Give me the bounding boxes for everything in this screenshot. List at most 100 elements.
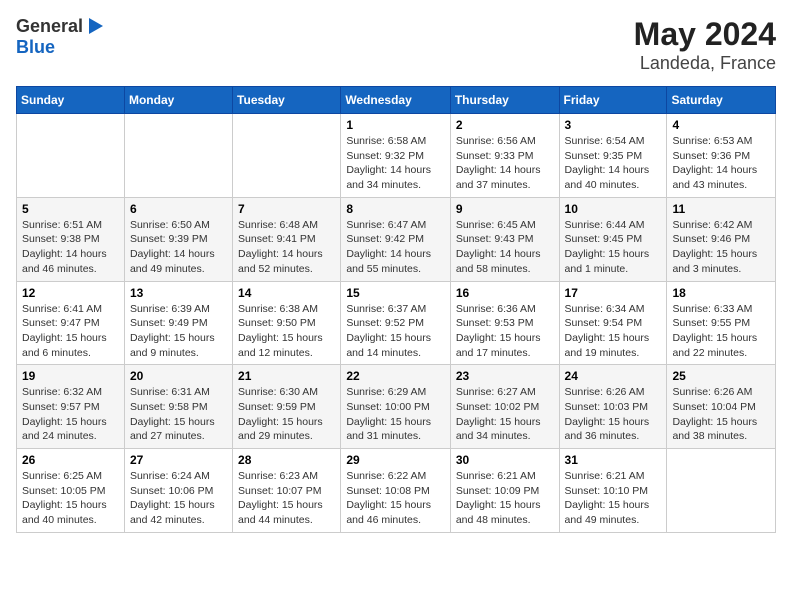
- header-sunday: Sunday: [17, 87, 125, 114]
- day-number: 27: [130, 453, 227, 467]
- calendar-header-row: SundayMondayTuesdayWednesdayThursdayFrid…: [17, 87, 776, 114]
- calendar-cell: 8Sunrise: 6:47 AM Sunset: 9:42 PM Daylig…: [341, 197, 451, 281]
- calendar-cell: 10Sunrise: 6:44 AM Sunset: 9:45 PM Dayli…: [559, 197, 667, 281]
- day-detail: Sunrise: 6:37 AM Sunset: 9:52 PM Dayligh…: [346, 302, 445, 361]
- day-detail: Sunrise: 6:54 AM Sunset: 9:35 PM Dayligh…: [565, 134, 662, 193]
- day-detail: Sunrise: 6:22 AM Sunset: 10:08 PM Daylig…: [346, 469, 445, 528]
- day-number: 28: [238, 453, 335, 467]
- day-detail: Sunrise: 6:21 AM Sunset: 10:09 PM Daylig…: [456, 469, 554, 528]
- day-number: 26: [22, 453, 119, 467]
- day-detail: Sunrise: 6:39 AM Sunset: 9:49 PM Dayligh…: [130, 302, 227, 361]
- calendar-cell: 23Sunrise: 6:27 AM Sunset: 10:02 PM Dayl…: [450, 365, 559, 449]
- day-detail: Sunrise: 6:38 AM Sunset: 9:50 PM Dayligh…: [238, 302, 335, 361]
- day-detail: Sunrise: 6:58 AM Sunset: 9:32 PM Dayligh…: [346, 134, 445, 193]
- day-number: 29: [346, 453, 445, 467]
- day-detail: Sunrise: 6:32 AM Sunset: 9:57 PM Dayligh…: [22, 385, 119, 444]
- day-number: 19: [22, 369, 119, 383]
- calendar-week-row: 5 Sunrise: 6:51 AM Sunset: 9:38 PM Daylig…: [17, 197, 776, 281]
- day-number: 2: [456, 118, 554, 132]
- calendar-cell: 13 Sunrise: 6:39 AM Sunset: 9:49 PM Dayli…: [124, 281, 232, 365]
- day-number: 6: [130, 202, 227, 216]
- day-number: 31: [565, 453, 662, 467]
- logo-blue-text: Blue: [16, 38, 107, 58]
- calendar-cell: 24 Sunrise: 6:26 AM Sunset: 10:03 PM Dayl…: [559, 365, 667, 449]
- day-detail: Sunrise: 6:30 AM Sunset: 9:59 PM Dayligh…: [238, 385, 335, 444]
- day-number: 22: [346, 369, 445, 383]
- calendar-cell: 15 Sunrise: 6:37 AM Sunset: 9:52 PM Dayli…: [341, 281, 451, 365]
- calendar-week-row: 1Sunrise: 6:58 AM Sunset: 9:32 PM Daylig…: [17, 114, 776, 198]
- calendar-cell: 18 Sunrise: 6:33 AM Sunset: 9:55 PM Dayli…: [667, 281, 776, 365]
- day-detail: Sunrise: 6:41 AM Sunset: 9:47 PM Dayligh…: [22, 302, 119, 361]
- calendar-cell: [124, 114, 232, 198]
- day-detail: Sunrise: 6:31 AM Sunset: 9:58 PM Dayligh…: [130, 385, 227, 444]
- calendar-cell: [17, 114, 125, 198]
- day-number: 5: [22, 202, 119, 216]
- day-number: 9: [456, 202, 554, 216]
- calendar-cell: 27 Sunrise: 6:24 AM Sunset: 10:06 PM Dayl…: [124, 449, 232, 533]
- logo: General Blue: [16, 16, 107, 58]
- calendar-week-row: 26Sunrise: 6:25 AM Sunset: 10:05 PM Dayl…: [17, 449, 776, 533]
- calendar-cell: 3 Sunrise: 6:54 AM Sunset: 9:35 PM Daylig…: [559, 114, 667, 198]
- day-detail: Sunrise: 6:34 AM Sunset: 9:54 PM Dayligh…: [565, 302, 662, 361]
- calendar-cell: 26Sunrise: 6:25 AM Sunset: 10:05 PM Dayl…: [17, 449, 125, 533]
- day-detail: Sunrise: 6:29 AM Sunset: 10:00 PM Daylig…: [346, 385, 445, 444]
- day-number: 18: [672, 286, 770, 300]
- calendar-cell: [667, 449, 776, 533]
- day-number: 15: [346, 286, 445, 300]
- logo-general-text: General: [16, 17, 83, 37]
- calendar-body: 1Sunrise: 6:58 AM Sunset: 9:32 PM Daylig…: [17, 114, 776, 533]
- calendar-cell: 20 Sunrise: 6:31 AM Sunset: 9:58 PM Dayli…: [124, 365, 232, 449]
- calendar-title: May 2024: [634, 16, 776, 53]
- header-friday: Friday: [559, 87, 667, 114]
- title-block: May 2024 Landeda, France: [634, 16, 776, 74]
- day-number: 7: [238, 202, 335, 216]
- day-detail: Sunrise: 6:24 AM Sunset: 10:06 PM Daylig…: [130, 469, 227, 528]
- calendar-cell: 1Sunrise: 6:58 AM Sunset: 9:32 PM Daylig…: [341, 114, 451, 198]
- day-detail: Sunrise: 6:44 AM Sunset: 9:45 PM Dayligh…: [565, 218, 662, 277]
- calendar-subtitle: Landeda, France: [634, 53, 776, 74]
- day-detail: Sunrise: 6:27 AM Sunset: 10:02 PM Daylig…: [456, 385, 554, 444]
- day-number: 12: [22, 286, 119, 300]
- header-thursday: Thursday: [450, 87, 559, 114]
- calendar-cell: 31 Sunrise: 6:21 AM Sunset: 10:10 PM Dayl…: [559, 449, 667, 533]
- day-detail: Sunrise: 6:33 AM Sunset: 9:55 PM Dayligh…: [672, 302, 770, 361]
- day-number: 3: [565, 118, 662, 132]
- header-saturday: Saturday: [667, 87, 776, 114]
- day-number: 13: [130, 286, 227, 300]
- day-number: 30: [456, 453, 554, 467]
- page-header: General Blue May 2024 Landeda, France: [16, 16, 776, 74]
- day-number: 8: [346, 202, 445, 216]
- day-detail: Sunrise: 6:21 AM Sunset: 10:10 PM Daylig…: [565, 469, 662, 528]
- day-detail: Sunrise: 6:42 AM Sunset: 9:46 PM Dayligh…: [672, 218, 770, 277]
- header-wednesday: Wednesday: [341, 87, 451, 114]
- day-detail: Sunrise: 6:51 AM Sunset: 9:38 PM Dayligh…: [22, 218, 119, 277]
- calendar-cell: 30 Sunrise: 6:21 AM Sunset: 10:09 PM Dayl…: [450, 449, 559, 533]
- day-number: 16: [456, 286, 554, 300]
- calendar-cell: 11 Sunrise: 6:42 AM Sunset: 9:46 PM Dayli…: [667, 197, 776, 281]
- day-detail: Sunrise: 6:45 AM Sunset: 9:43 PM Dayligh…: [456, 218, 554, 277]
- day-detail: Sunrise: 6:48 AM Sunset: 9:41 PM Dayligh…: [238, 218, 335, 277]
- logo-icon: [85, 16, 107, 38]
- day-number: 21: [238, 369, 335, 383]
- day-detail: Sunrise: 6:26 AM Sunset: 10:04 PM Daylig…: [672, 385, 770, 444]
- day-number: 20: [130, 369, 227, 383]
- calendar-cell: 25 Sunrise: 6:26 AM Sunset: 10:04 PM Dayl…: [667, 365, 776, 449]
- calendar-cell: 4Sunrise: 6:53 AM Sunset: 9:36 PM Daylig…: [667, 114, 776, 198]
- day-number: 17: [565, 286, 662, 300]
- calendar-cell: 28 Sunrise: 6:23 AM Sunset: 10:07 PM Dayl…: [233, 449, 341, 533]
- calendar-cell: 17 Sunrise: 6:34 AM Sunset: 9:54 PM Dayli…: [559, 281, 667, 365]
- day-detail: Sunrise: 6:50 AM Sunset: 9:39 PM Dayligh…: [130, 218, 227, 277]
- calendar-cell: 21 Sunrise: 6:30 AM Sunset: 9:59 PM Dayli…: [233, 365, 341, 449]
- day-number: 25: [672, 369, 770, 383]
- calendar-cell: 19 Sunrise: 6:32 AM Sunset: 9:57 PM Dayli…: [17, 365, 125, 449]
- day-detail: Sunrise: 6:26 AM Sunset: 10:03 PM Daylig…: [565, 385, 662, 444]
- calendar-table: SundayMondayTuesdayWednesdayThursdayFrid…: [16, 86, 776, 533]
- day-detail: Sunrise: 6:36 AM Sunset: 9:53 PM Dayligh…: [456, 302, 554, 361]
- calendar-cell: 22 Sunrise: 6:29 AM Sunset: 10:00 PM Dayl…: [341, 365, 451, 449]
- header-monday: Monday: [124, 87, 232, 114]
- calendar-week-row: 12 Sunrise: 6:41 AM Sunset: 9:47 PM Dayli…: [17, 281, 776, 365]
- calendar-cell: 2Sunrise: 6:56 AM Sunset: 9:33 PM Daylig…: [450, 114, 559, 198]
- day-number: 11: [672, 202, 770, 216]
- day-detail: Sunrise: 6:23 AM Sunset: 10:07 PM Daylig…: [238, 469, 335, 528]
- day-number: 24: [565, 369, 662, 383]
